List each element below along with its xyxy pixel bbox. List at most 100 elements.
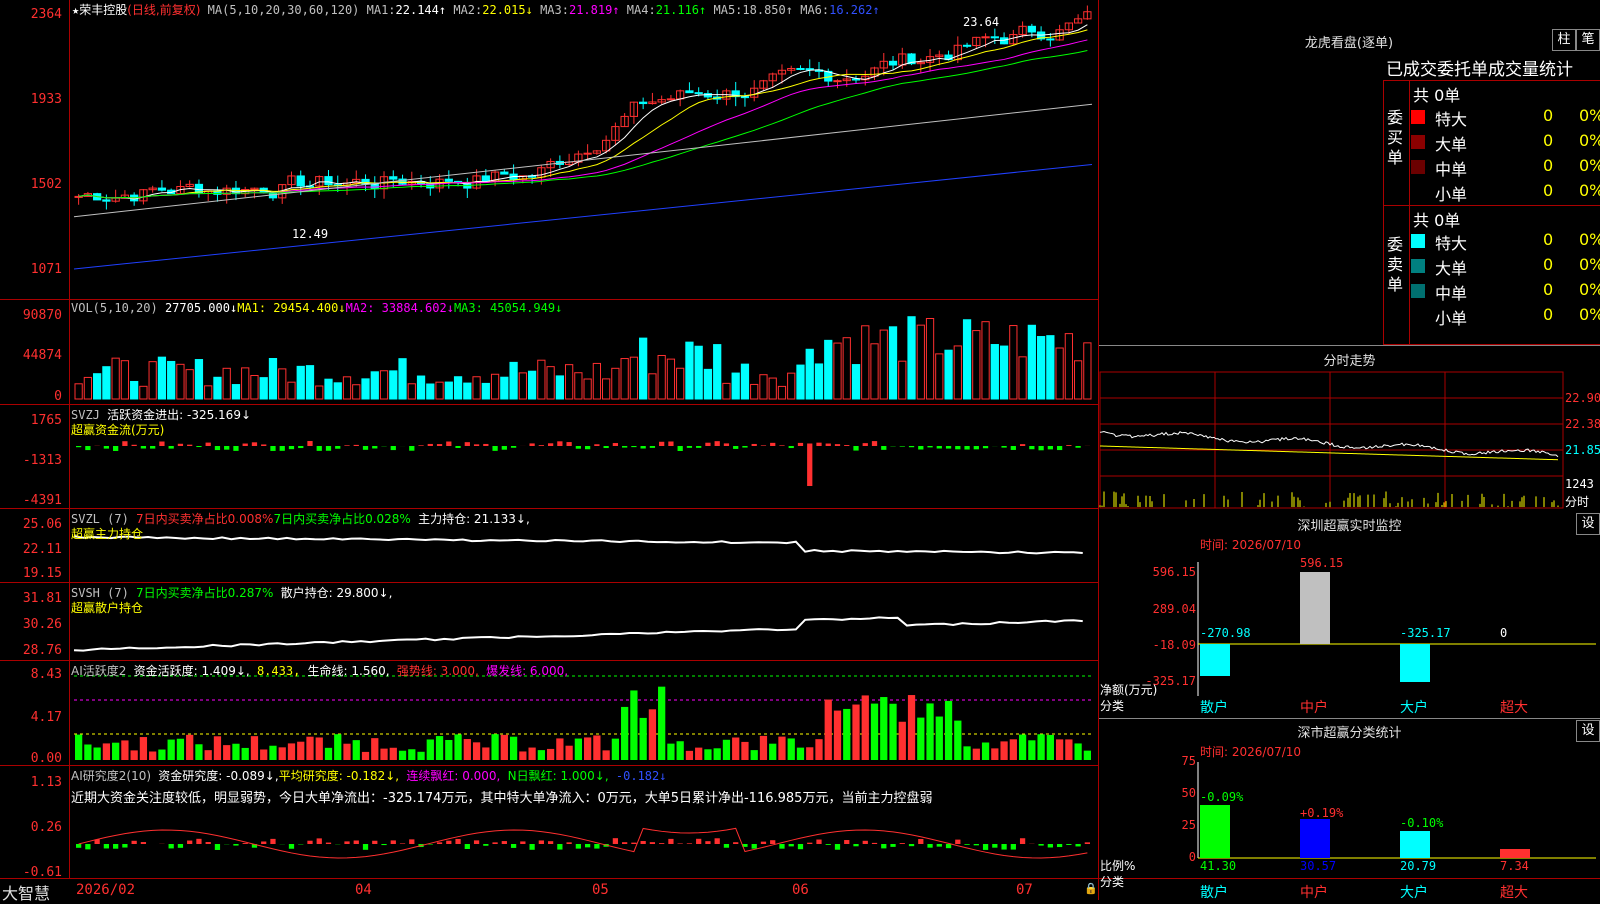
- fund-flow-bar: [437, 444, 442, 446]
- buy-row-1: 大单00%: [1411, 131, 1600, 153]
- ma5-line: [74, 104, 1092, 217]
- volume-bar: [741, 364, 748, 399]
- volume-bar: [603, 379, 610, 399]
- buy-row-value: 0: [1543, 106, 1553, 125]
- volume-bar: [1037, 337, 1044, 399]
- svsh-axis-mid: 30.26: [0, 617, 62, 632]
- tick-view-button[interactable]: 笔: [1576, 29, 1600, 51]
- activity-bar: [205, 750, 212, 760]
- main-chart-canvas: [0, 0, 1098, 900]
- date-label-apr: 04: [355, 882, 372, 898]
- activity-bar: [390, 748, 397, 760]
- classify-axis-50: 50: [1150, 786, 1196, 800]
- ai-research-red: 连续飘红: 0.000,: [406, 769, 500, 783]
- ai-active-header: AI活跃度2 资金活跃度: 1.409↓, 8.433, 生命线: 1.560,…: [71, 662, 568, 679]
- svzl-subtitle: 超赢主力持仓: [71, 525, 143, 542]
- fund-flow-bar: [76, 446, 81, 447]
- activity-bar: [575, 739, 582, 760]
- activity-bar: [168, 740, 175, 760]
- fund-flow-bar: [326, 446, 331, 451]
- date-label-feb: 2026/02: [76, 882, 135, 898]
- activity-bar: [695, 748, 702, 760]
- research-bar: [863, 841, 868, 844]
- volume-bar: [177, 364, 184, 399]
- svzj-value: 活跃资金进出: -325.169↓: [107, 408, 251, 422]
- fund-flow-bar: [113, 446, 118, 451]
- fund-flow-bar: [742, 446, 747, 448]
- activity-bar: [501, 735, 508, 760]
- research-bar: [946, 844, 951, 848]
- buy-row-pct: 0%: [1579, 131, 1600, 150]
- fund-flow-bar: [566, 442, 571, 446]
- fund-flow-bar: [705, 443, 710, 446]
- intraday-frame: [1100, 372, 1563, 508]
- activity-bar: [214, 736, 221, 760]
- volume-bar: [630, 357, 637, 399]
- volume-bar: [380, 371, 387, 399]
- volume-bar: [232, 385, 239, 399]
- research-bar: [474, 840, 479, 844]
- activity-bar: [362, 752, 369, 760]
- sell-row-name: 特大: [1435, 230, 1467, 254]
- column-view-button[interactable]: 柱: [1552, 29, 1576, 51]
- candle-body: [75, 196, 82, 197]
- volume-bar: [464, 383, 471, 399]
- ma4-line: [79, 51, 1088, 198]
- candle-body: [797, 68, 804, 69]
- monitor-settings-button[interactable]: 设: [1576, 513, 1600, 535]
- activity-bar: [584, 737, 591, 760]
- fund-flow-bar: [446, 442, 451, 446]
- fund-flow-bar: [585, 446, 590, 449]
- candle-body: [741, 97, 748, 98]
- sell-row-0: 特大00%: [1411, 230, 1600, 252]
- activity-bar: [121, 740, 128, 760]
- research-bar: [1085, 842, 1090, 844]
- research-bar: [992, 844, 997, 848]
- ma-item-2: MA2:22.015↓: [453, 3, 540, 17]
- fund-flow-bar: [1075, 446, 1080, 448]
- volume-bar: [686, 342, 693, 399]
- volume-bar: [565, 365, 572, 399]
- volume-bar: [991, 345, 998, 399]
- volume-bar: [917, 325, 924, 399]
- svsh-subtitle: 超赢散户持仓: [71, 599, 143, 616]
- research-bar: [233, 844, 238, 846]
- fund-flow-bar: [141, 446, 146, 449]
- stats-top-border: [1383, 80, 1600, 81]
- activity-bar: [603, 750, 610, 760]
- activity-bar: [843, 709, 850, 760]
- volume-bar: [306, 366, 313, 399]
- research-axis-bottom: -0.61: [0, 865, 62, 880]
- activity-bar: [899, 722, 906, 760]
- lock-icon[interactable]: 🔒: [1084, 882, 1098, 895]
- candle-body: [889, 61, 896, 65]
- candle-body: [852, 79, 859, 80]
- ai-active-burst: 爆发线: 6.000,: [486, 664, 568, 678]
- ai-research-avg: 平均研究度: -0.182↓,: [279, 769, 399, 783]
- classify-bar-retail: [1200, 805, 1230, 858]
- volume-bar: [760, 375, 767, 399]
- fund-flow-bar: [196, 446, 201, 447]
- monitor-cat-0: 散户: [1200, 697, 1228, 717]
- volume-bar: [621, 359, 628, 399]
- research-bar: [1020, 838, 1025, 844]
- volume-bar: [279, 369, 286, 399]
- monitor-cat-3: 超大: [1500, 697, 1528, 717]
- classify-settings-button[interactable]: 设: [1576, 720, 1600, 742]
- svzj-label: SVZJ: [71, 408, 100, 422]
- activity-bar: [954, 721, 961, 760]
- classify-cat-3: 超大: [1500, 882, 1528, 902]
- buy-row-pct: 0%: [1579, 181, 1600, 200]
- buy-row-0: 特大00%: [1411, 106, 1600, 128]
- volume-bar: [704, 369, 711, 399]
- ai-active-life: 生命线: 1.560,: [308, 664, 390, 678]
- research-bar: [196, 839, 201, 844]
- activity-bar: [232, 744, 239, 760]
- intraday-axis-3: 21.85: [1565, 443, 1600, 457]
- research-bar: [641, 841, 646, 844]
- fund-flow-bar: [659, 442, 664, 446]
- volume-bar: [353, 385, 360, 399]
- volume-bar: [825, 340, 832, 399]
- vol-label: VOL(5,10,20): [71, 301, 158, 315]
- ma-item-6: MA6:16.262↑: [800, 3, 879, 17]
